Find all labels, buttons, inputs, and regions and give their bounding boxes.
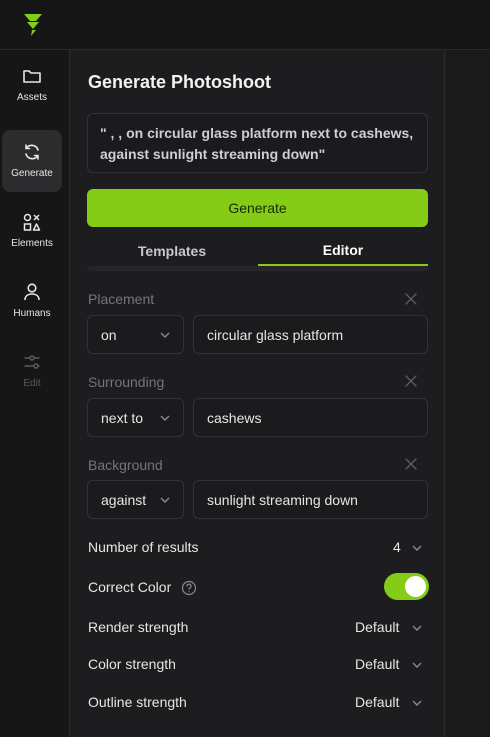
sidebar-rail: Assets Generate Elements Humans Edit (0, 50, 70, 737)
help-icon[interactable] (181, 580, 197, 596)
chevron-down-icon (160, 332, 170, 338)
chevron-down-icon (160, 497, 170, 503)
render-strength-value[interactable]: Default (355, 619, 399, 635)
chevron-down-icon[interactable] (411, 622, 423, 634)
sidebar-item-label: Elements (11, 238, 53, 249)
chevron-down-icon[interactable] (411, 659, 423, 671)
background-preposition-select[interactable]: against (87, 480, 184, 519)
chevron-down-icon[interactable] (411, 697, 423, 709)
background-label: Background (88, 457, 163, 473)
tab-bar: Templates Editor (87, 236, 428, 266)
surrounding-preposition-select[interactable]: next to (87, 398, 184, 437)
outline-strength-value[interactable]: Default (355, 694, 399, 710)
generate-panel: Generate Photoshoot " , , on circular gl… (71, 50, 445, 737)
select-value: against (101, 491, 147, 508)
close-icon[interactable] (403, 291, 419, 307)
correct-color-label: Correct Color (88, 579, 172, 595)
color-strength-value[interactable]: Default (355, 656, 399, 672)
sidebar-item-generate[interactable]: Generate (2, 130, 62, 192)
sidebar-item-humans[interactable]: Humans (2, 270, 62, 332)
background-input[interactable]: sunlight streaming down (193, 480, 428, 519)
chevron-down-icon (160, 415, 170, 421)
render-strength-label: Render strength (88, 619, 189, 635)
tab-divider (87, 266, 428, 271)
sidebar-item-label: Assets (16, 92, 47, 103)
refresh-icon (25, 144, 39, 160)
color-strength-label: Color strength (88, 656, 176, 672)
outline-strength-label: Outline strength (88, 694, 187, 710)
person-icon (24, 283, 40, 301)
sidebar-item-edit[interactable]: Edit (2, 340, 62, 402)
select-value: on (101, 326, 117, 343)
surrounding-input[interactable]: cashews (193, 398, 428, 437)
tab-editor[interactable]: Editor (258, 236, 428, 266)
page-title: Generate Photoshoot (88, 72, 272, 92)
tab-templates[interactable]: Templates (87, 236, 257, 266)
folder-icon (23, 70, 41, 83)
correct-color-toggle[interactable] (384, 573, 429, 600)
sidebar-item-assets[interactable]: Assets (2, 54, 62, 116)
top-bar (0, 0, 490, 50)
chevron-down-icon[interactable] (411, 542, 423, 554)
sidebar-item-label: Generate (11, 168, 53, 179)
generate-button[interactable]: Generate (87, 189, 428, 227)
prompt-input[interactable]: " , , on circular glass platform next to… (87, 113, 428, 173)
sidebar-item-label: Humans (13, 308, 51, 319)
num-results-label: Number of results (88, 539, 199, 555)
canvas-area (446, 50, 490, 737)
placement-preposition-select[interactable]: on (87, 315, 184, 354)
placement-label: Placement (88, 291, 155, 307)
sidebar-item-label: Edit (23, 378, 41, 389)
placement-input[interactable]: circular glass platform (193, 315, 428, 354)
shapes-icon (23, 213, 41, 231)
sliders-icon (24, 355, 40, 369)
select-value: next to (101, 409, 144, 426)
sidebar-item-elements[interactable]: Elements (2, 200, 62, 262)
toggle-knob (405, 576, 426, 597)
surrounding-label: Surrounding (88, 374, 165, 390)
brand-logo-icon[interactable] (20, 10, 48, 38)
close-icon[interactable] (403, 373, 419, 389)
close-icon[interactable] (403, 456, 419, 472)
num-results-value[interactable]: 4 (393, 539, 401, 555)
